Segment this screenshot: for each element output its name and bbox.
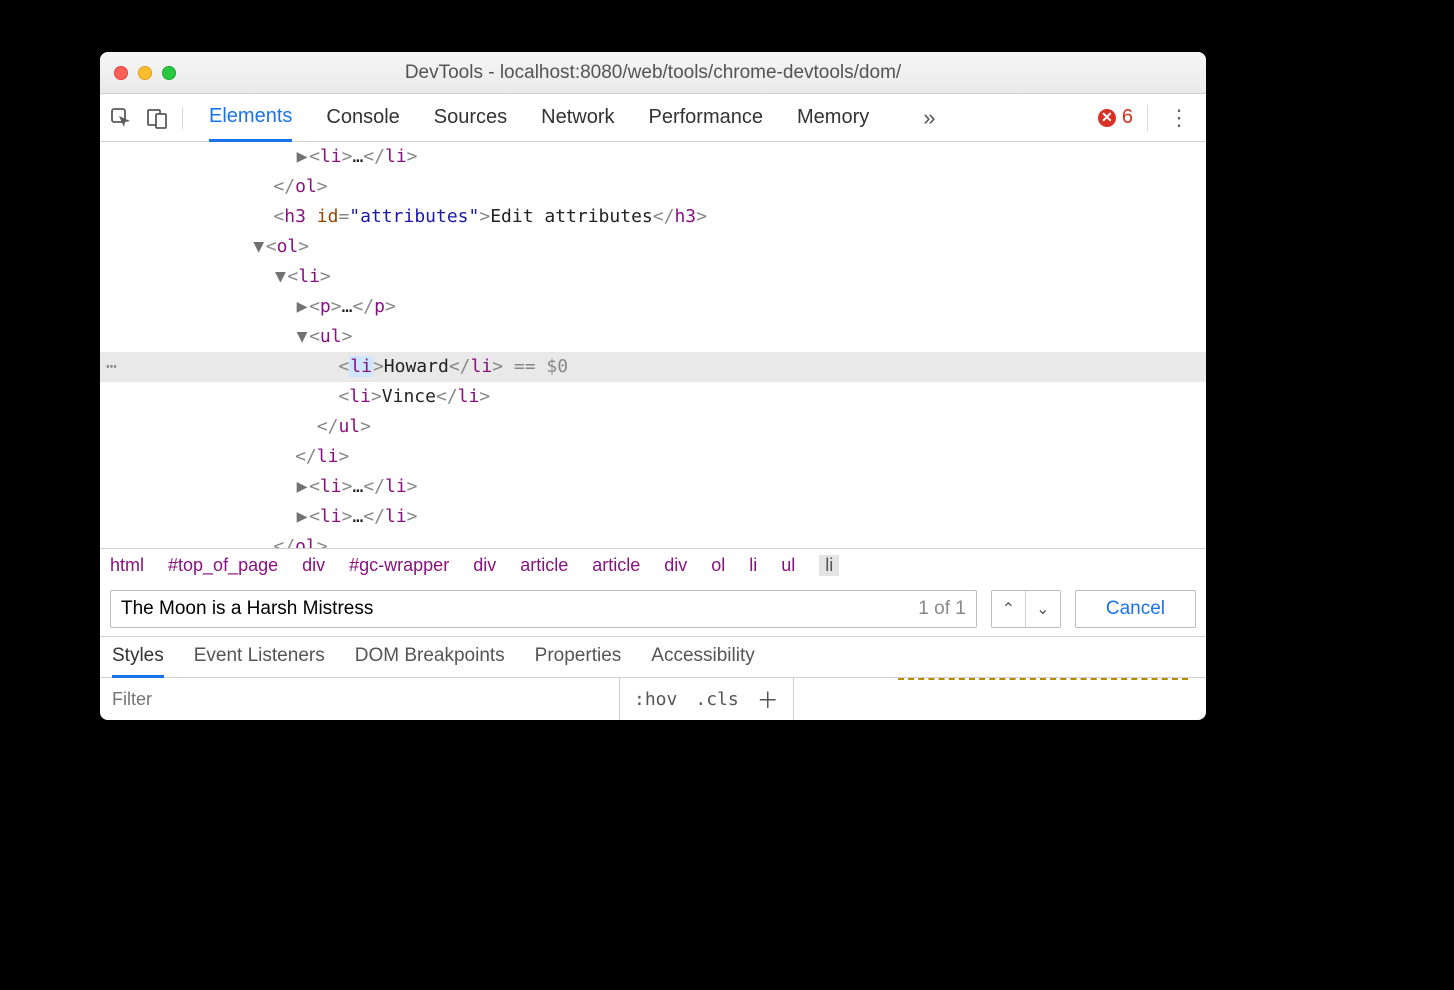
maximize-icon[interactable] <box>162 66 176 80</box>
error-count: 6 <box>1122 106 1133 129</box>
device-toggle-icon[interactable] <box>146 107 168 129</box>
window-title: DevTools - localhost:8080/web/tools/chro… <box>100 62 1206 84</box>
crumb[interactable]: div <box>473 555 496 576</box>
cancel-button[interactable]: Cancel <box>1075 590 1196 628</box>
crumb[interactable]: article <box>592 555 640 576</box>
find-bar: 1 of 1 ⌃ ⌄ Cancel <box>100 582 1206 637</box>
tab-dom-breakpoints[interactable]: DOM Breakpoints <box>355 645 505 677</box>
styles-filter-input[interactable] <box>100 678 620 720</box>
crumb[interactable]: ul <box>781 555 795 576</box>
search-input[interactable] <box>111 598 908 620</box>
crumb[interactable]: html <box>110 555 144 576</box>
crumb-current[interactable]: li <box>819 555 839 576</box>
dom-tree[interactable]: ▶<li>…</li> </ol> <h3 id="attributes">Ed… <box>100 142 1206 548</box>
tab-styles[interactable]: Styles <box>112 645 164 678</box>
find-nav: ⌃ ⌄ <box>991 590 1061 628</box>
tab-sources[interactable]: Sources <box>434 94 507 141</box>
console-ref: == $0 <box>503 356 568 377</box>
devtools-window: DevTools - localhost:8080/web/tools/chro… <box>100 52 1206 720</box>
attr-value: "attributes" <box>349 206 479 227</box>
tab-elements[interactable]: Elements <box>209 95 292 142</box>
tab-memory[interactable]: Memory <box>797 94 869 141</box>
dom-row[interactable]: ▶<p>…</p> <box>100 292 1206 322</box>
crumb[interactable]: div <box>664 555 687 576</box>
crumb[interactable]: #top_of_page <box>168 555 278 576</box>
tab-properties[interactable]: Properties <box>535 645 622 677</box>
styles-right-rail <box>793 678 1206 720</box>
dom-row[interactable]: ▼<ol> <box>100 232 1206 262</box>
tab-event-listeners[interactable]: Event Listeners <box>194 645 325 677</box>
styles-toolbar-right: :hov .cls ＋ <box>620 683 793 715</box>
crumb[interactable]: #gc-wrapper <box>349 555 449 576</box>
tab-console[interactable]: Console <box>326 94 399 141</box>
minimize-icon[interactable] <box>138 66 152 80</box>
close-icon[interactable] <box>114 66 128 80</box>
dom-row-selected[interactable]: ⋯ <li>Howard</li> == $0 <box>100 352 1206 382</box>
titlebar: DevTools - localhost:8080/web/tools/chro… <box>100 52 1206 94</box>
tag-name: h3 <box>284 206 306 227</box>
dom-row[interactable]: </ul> <box>100 412 1206 442</box>
crumb[interactable]: ol <box>711 555 725 576</box>
dom-row[interactable]: <li>Vince</li> <box>100 382 1206 412</box>
selected-tag: li <box>349 356 373 377</box>
crumb[interactable]: li <box>749 555 757 576</box>
toolbar-left <box>110 107 183 129</box>
find-next-button[interactable]: ⌄ <box>1026 591 1060 627</box>
inspect-icon[interactable] <box>110 107 132 129</box>
row-actions-icon[interactable]: ⋯ <box>106 352 117 382</box>
chevron-down-icon: ⌄ <box>1036 601 1049 618</box>
find-prev-button[interactable]: ⌃ <box>992 591 1026 627</box>
tab-network[interactable]: Network <box>541 94 614 141</box>
dom-row[interactable]: ▶<li>…</li> <box>100 472 1206 502</box>
cls-toggle[interactable]: .cls <box>695 689 738 710</box>
breadcrumb: html #top_of_page div #gc-wrapper div ar… <box>100 548 1206 582</box>
find-box: 1 of 1 <box>110 590 977 628</box>
hov-toggle[interactable]: :hov <box>634 689 677 710</box>
sidebar-tabs: Styles Event Listeners DOM Breakpoints P… <box>100 637 1206 678</box>
panel-tabs: Elements Console Sources Network Perform… <box>183 94 935 141</box>
error-icon: ✕ <box>1098 109 1116 127</box>
crumb[interactable]: article <box>520 555 568 576</box>
crumb[interactable]: div <box>302 555 325 576</box>
node-text: Vince <box>382 386 436 407</box>
separator <box>1147 105 1148 131</box>
match-counter: 1 of 1 <box>908 598 976 620</box>
tab-accessibility[interactable]: Accessibility <box>651 645 754 677</box>
settings-menu-icon[interactable]: ⋮ <box>1162 105 1196 131</box>
styles-toolbar: :hov .cls ＋ <box>100 678 1206 720</box>
error-badge[interactable]: ✕ 6 <box>1098 106 1133 129</box>
dom-row[interactable]: </ol> <box>100 532 1206 548</box>
box-model-outline <box>898 678 1188 688</box>
dom-row[interactable]: </ol> <box>100 172 1206 202</box>
dom-row[interactable]: ▼<li> <box>100 262 1206 292</box>
attr-name: id <box>317 206 339 227</box>
node-text: Edit attributes <box>490 206 653 227</box>
dom-row[interactable]: ▶<li>…</li> <box>100 502 1206 532</box>
dom-row[interactable]: ▼<ul> <box>100 322 1206 352</box>
chevron-up-icon: ⌃ <box>1002 601 1015 618</box>
add-rule-icon[interactable]: ＋ <box>757 683 779 715</box>
dom-row[interactable]: ▶<li>…</li> <box>100 142 1206 172</box>
main-toolbar: Elements Console Sources Network Perform… <box>100 94 1206 142</box>
dom-row[interactable]: </li> <box>100 442 1206 472</box>
dom-row[interactable]: <h3 id="attributes">Edit attributes</h3> <box>100 202 1206 232</box>
more-tabs-icon[interactable]: » <box>923 105 935 131</box>
tab-performance[interactable]: Performance <box>649 94 764 141</box>
traffic-lights <box>100 66 176 80</box>
node-text: Howard <box>384 356 449 377</box>
toolbar-right: ✕ 6 ⋮ <box>1098 105 1196 131</box>
